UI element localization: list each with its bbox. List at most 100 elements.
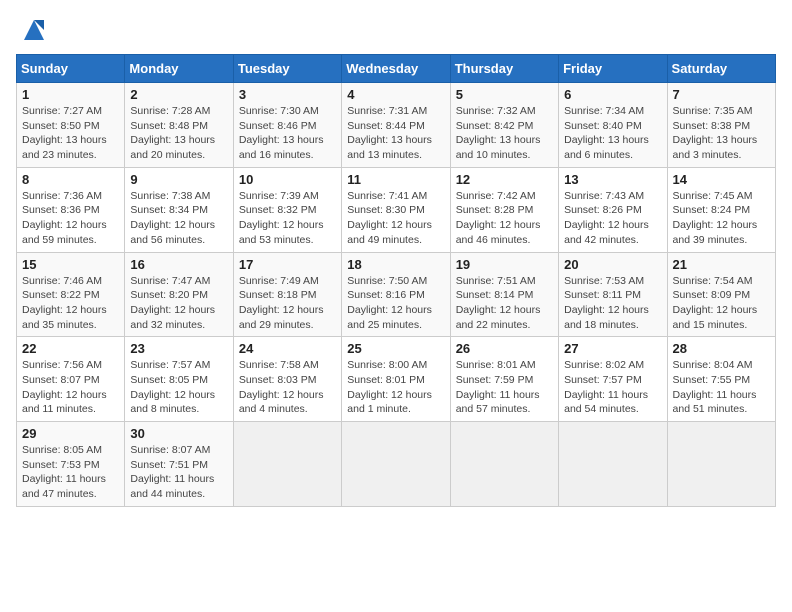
day-info: Sunrise: 7:46 AM Sunset: 8:22 PM Dayligh… bbox=[22, 274, 119, 333]
day-info: Sunrise: 7:58 AM Sunset: 8:03 PM Dayligh… bbox=[239, 358, 336, 417]
day-info: Sunrise: 7:32 AM Sunset: 8:42 PM Dayligh… bbox=[456, 104, 553, 163]
calendar-day-cell: 25 Sunrise: 8:00 AM Sunset: 8:01 PM Dayli… bbox=[342, 337, 450, 422]
page-header bbox=[16, 16, 776, 44]
calendar-day-cell: 20 Sunrise: 7:53 AM Sunset: 8:11 PM Dayli… bbox=[559, 252, 667, 337]
calendar-day-cell: 22Sunrise: 7:56 AM Sunset: 8:07 PM Dayli… bbox=[17, 337, 125, 422]
calendar-day-cell: 30Sunrise: 8:07 AM Sunset: 7:51 PM Dayli… bbox=[125, 422, 233, 507]
day-info: Sunrise: 7:56 AM Sunset: 8:07 PM Dayligh… bbox=[22, 358, 119, 417]
day-info: Sunrise: 7:49 AM Sunset: 8:18 PM Dayligh… bbox=[239, 274, 336, 333]
calendar-day-cell: 26 Sunrise: 8:01 AM Sunset: 7:59 PM Dayli… bbox=[450, 337, 558, 422]
day-info: Sunrise: 7:39 AM Sunset: 8:32 PM Dayligh… bbox=[239, 189, 336, 248]
calendar-day-cell: 4Sunrise: 7:31 AM Sunset: 8:44 PM Daylig… bbox=[342, 83, 450, 168]
calendar-day-cell: 7 Sunrise: 7:35 AM Sunset: 8:38 PM Daylig… bbox=[667, 83, 775, 168]
day-info: Sunrise: 7:43 AM Sunset: 8:26 PM Dayligh… bbox=[564, 189, 661, 248]
calendar-day-cell: 13Sunrise: 7:43 AM Sunset: 8:26 PM Dayli… bbox=[559, 167, 667, 252]
day-number: 16 bbox=[130, 257, 227, 272]
day-number: 19 bbox=[456, 257, 553, 272]
day-info: Sunrise: 7:47 AM Sunset: 8:20 PM Dayligh… bbox=[130, 274, 227, 333]
empty-day-cell bbox=[450, 422, 558, 507]
day-number: 3 bbox=[239, 87, 336, 102]
day-of-week-header: Tuesday bbox=[233, 55, 341, 83]
calendar-day-cell: 12 Sunrise: 7:42 AM Sunset: 8:28 PM Dayli… bbox=[450, 167, 558, 252]
calendar-day-cell: 27 Sunrise: 8:02 AM Sunset: 7:57 PM Dayli… bbox=[559, 337, 667, 422]
day-number: 10 bbox=[239, 172, 336, 187]
logo-icon bbox=[20, 16, 48, 44]
day-info: Sunrise: 7:45 AM Sunset: 8:24 PM Dayligh… bbox=[673, 189, 770, 248]
day-number: 17 bbox=[239, 257, 336, 272]
calendar-day-cell: 29 Sunrise: 8:05 AM Sunset: 7:53 PM Dayli… bbox=[17, 422, 125, 507]
calendar-day-cell: 8 Sunrise: 7:36 AM Sunset: 8:36 PM Daylig… bbox=[17, 167, 125, 252]
calendar-header-row: SundayMondayTuesdayWednesdayThursdayFrid… bbox=[17, 55, 776, 83]
day-of-week-header: Wednesday bbox=[342, 55, 450, 83]
day-info: Sunrise: 7:50 AM Sunset: 8:16 PM Dayligh… bbox=[347, 274, 444, 333]
day-of-week-header: Sunday bbox=[17, 55, 125, 83]
day-number: 8 bbox=[22, 172, 119, 187]
day-number: 1 bbox=[22, 87, 119, 102]
calendar-day-cell: 1 Sunrise: 7:27 AM Sunset: 8:50 PM Daylig… bbox=[17, 83, 125, 168]
day-number: 5 bbox=[456, 87, 553, 102]
calendar-day-cell: 2Sunrise: 7:28 AM Sunset: 8:48 PM Daylig… bbox=[125, 83, 233, 168]
calendar-day-cell: 9Sunrise: 7:38 AM Sunset: 8:34 PM Daylig… bbox=[125, 167, 233, 252]
day-info: Sunrise: 8:01 AM Sunset: 7:59 PM Dayligh… bbox=[456, 358, 553, 417]
day-info: Sunrise: 8:00 AM Sunset: 8:01 PM Dayligh… bbox=[347, 358, 444, 417]
empty-day-cell bbox=[342, 422, 450, 507]
day-info: Sunrise: 7:36 AM Sunset: 8:36 PM Dayligh… bbox=[22, 189, 119, 248]
calendar-day-cell: 16 Sunrise: 7:47 AM Sunset: 8:20 PM Dayli… bbox=[125, 252, 233, 337]
day-info: Sunrise: 7:35 AM Sunset: 8:38 PM Dayligh… bbox=[673, 104, 770, 163]
calendar-week-row: 15Sunrise: 7:46 AM Sunset: 8:22 PM Dayli… bbox=[17, 252, 776, 337]
day-number: 18 bbox=[347, 257, 444, 272]
day-number: 24 bbox=[239, 341, 336, 356]
day-number: 28 bbox=[673, 341, 770, 356]
day-info: Sunrise: 8:02 AM Sunset: 7:57 PM Dayligh… bbox=[564, 358, 661, 417]
day-info: Sunrise: 7:42 AM Sunset: 8:28 PM Dayligh… bbox=[456, 189, 553, 248]
calendar-week-row: 22Sunrise: 7:56 AM Sunset: 8:07 PM Dayli… bbox=[17, 337, 776, 422]
calendar-day-cell: 17 Sunrise: 7:49 AM Sunset: 8:18 PM Dayli… bbox=[233, 252, 341, 337]
day-info: Sunrise: 7:38 AM Sunset: 8:34 PM Dayligh… bbox=[130, 189, 227, 248]
day-number: 14 bbox=[673, 172, 770, 187]
calendar-table: SundayMondayTuesdayWednesdayThursdayFrid… bbox=[16, 54, 776, 507]
day-number: 26 bbox=[456, 341, 553, 356]
calendar-day-cell: 3Sunrise: 7:30 AM Sunset: 8:46 PM Daylig… bbox=[233, 83, 341, 168]
day-info: Sunrise: 8:05 AM Sunset: 7:53 PM Dayligh… bbox=[22, 443, 119, 502]
calendar-week-row: 29 Sunrise: 8:05 AM Sunset: 7:53 PM Dayli… bbox=[17, 422, 776, 507]
empty-day-cell bbox=[233, 422, 341, 507]
calendar-week-row: 8 Sunrise: 7:36 AM Sunset: 8:36 PM Daylig… bbox=[17, 167, 776, 252]
day-info: Sunrise: 7:27 AM Sunset: 8:50 PM Dayligh… bbox=[22, 104, 119, 163]
day-number: 11 bbox=[347, 172, 444, 187]
day-number: 29 bbox=[22, 426, 119, 441]
day-info: Sunrise: 7:34 AM Sunset: 8:40 PM Dayligh… bbox=[564, 104, 661, 163]
day-number: 6 bbox=[564, 87, 661, 102]
day-info: Sunrise: 7:31 AM Sunset: 8:44 PM Dayligh… bbox=[347, 104, 444, 163]
day-number: 23 bbox=[130, 341, 227, 356]
day-of-week-header: Monday bbox=[125, 55, 233, 83]
day-number: 27 bbox=[564, 341, 661, 356]
day-info: Sunrise: 7:51 AM Sunset: 8:14 PM Dayligh… bbox=[456, 274, 553, 333]
day-number: 21 bbox=[673, 257, 770, 272]
day-of-week-header: Friday bbox=[559, 55, 667, 83]
calendar-day-cell: 18 Sunrise: 7:50 AM Sunset: 8:16 PM Dayli… bbox=[342, 252, 450, 337]
calendar-day-cell: 15Sunrise: 7:46 AM Sunset: 8:22 PM Dayli… bbox=[17, 252, 125, 337]
day-info: Sunrise: 8:04 AM Sunset: 7:55 PM Dayligh… bbox=[673, 358, 770, 417]
day-number: 12 bbox=[456, 172, 553, 187]
calendar-day-cell: 5 Sunrise: 7:32 AM Sunset: 8:42 PM Daylig… bbox=[450, 83, 558, 168]
day-info: Sunrise: 7:53 AM Sunset: 8:11 PM Dayligh… bbox=[564, 274, 661, 333]
day-of-week-header: Saturday bbox=[667, 55, 775, 83]
calendar-day-cell: 19 Sunrise: 7:51 AM Sunset: 8:14 PM Dayli… bbox=[450, 252, 558, 337]
calendar-day-cell: 6 Sunrise: 7:34 AM Sunset: 8:40 PM Daylig… bbox=[559, 83, 667, 168]
logo bbox=[16, 16, 48, 44]
day-number: 7 bbox=[673, 87, 770, 102]
day-info: Sunrise: 7:41 AM Sunset: 8:30 PM Dayligh… bbox=[347, 189, 444, 248]
calendar-day-cell: 14 Sunrise: 7:45 AM Sunset: 8:24 PM Dayli… bbox=[667, 167, 775, 252]
empty-day-cell bbox=[559, 422, 667, 507]
calendar-day-cell: 21Sunrise: 7:54 AM Sunset: 8:09 PM Dayli… bbox=[667, 252, 775, 337]
day-number: 20 bbox=[564, 257, 661, 272]
day-number: 25 bbox=[347, 341, 444, 356]
calendar-day-cell: 28 Sunrise: 8:04 AM Sunset: 7:55 PM Dayli… bbox=[667, 337, 775, 422]
day-of-week-header: Thursday bbox=[450, 55, 558, 83]
day-number: 30 bbox=[130, 426, 227, 441]
empty-day-cell bbox=[667, 422, 775, 507]
calendar-week-row: 1 Sunrise: 7:27 AM Sunset: 8:50 PM Daylig… bbox=[17, 83, 776, 168]
day-info: Sunrise: 7:57 AM Sunset: 8:05 PM Dayligh… bbox=[130, 358, 227, 417]
calendar-day-cell: 10 Sunrise: 7:39 AM Sunset: 8:32 PM Dayli… bbox=[233, 167, 341, 252]
day-number: 2 bbox=[130, 87, 227, 102]
